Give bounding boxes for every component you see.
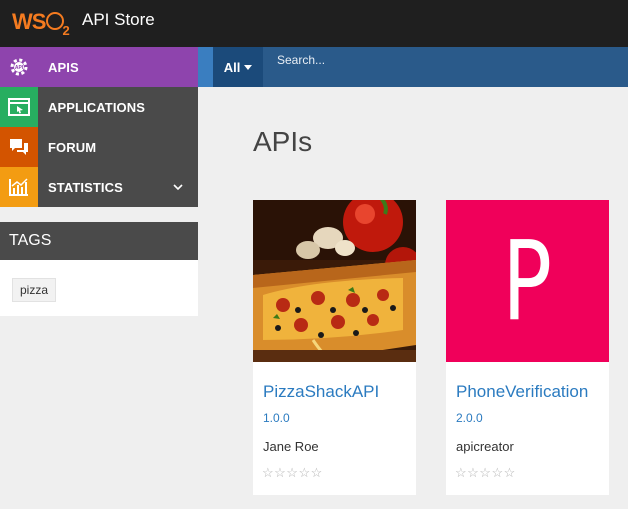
tags-heading: TAGS	[0, 222, 198, 260]
wso2-logo[interactable]: WS 2	[12, 5, 70, 38]
api-card-phoneverification[interactable]: P PhoneVerification 2.0.0 apicreator ☆☆☆…	[446, 200, 609, 495]
api-thumbnail-letter[interactable]: P	[446, 200, 609, 362]
app-title[interactable]: API Store	[82, 10, 155, 30]
application-window-icon	[0, 87, 38, 127]
sidebar-menu: API APIS APPLICATIONS FORUM STATISTICS	[0, 47, 198, 207]
api-name[interactable]: PizzaShackAPI	[263, 382, 379, 402]
svg-text:API: API	[15, 65, 24, 71]
api-provider: apicreator	[456, 439, 514, 454]
tag-pizza[interactable]: pizza	[12, 278, 57, 302]
search-bar-accent	[198, 47, 213, 87]
search-scope-dropdown[interactable]: All	[213, 47, 263, 87]
sidebar-item-applications[interactable]: APPLICATIONS	[0, 87, 198, 127]
api-name[interactable]: PhoneVerification	[456, 382, 588, 402]
chevron-down-icon[interactable]	[172, 180, 184, 198]
api-thumbnail-pizza[interactable]	[253, 200, 416, 362]
sidebar-item-forum[interactable]: FORUM	[0, 127, 198, 167]
page-title: APIs	[253, 126, 313, 157]
sidebar-item-apis[interactable]: API APIS	[0, 47, 198, 87]
sidebar-item-label: APIS	[48, 59, 79, 75]
caret-down-icon	[244, 64, 253, 70]
api-provider: Jane Roe	[263, 439, 319, 454]
api-card-pizzashack[interactable]: PizzaShackAPI 1.0.0 Jane Roe ☆☆☆☆☆	[253, 200, 416, 495]
search-bar: All	[198, 47, 628, 87]
api-version: 1.0.0	[263, 411, 290, 425]
search-scope-label: All	[223, 59, 241, 75]
top-navbar: WS 2 API Store	[0, 0, 628, 47]
sidebar-item-label: APPLICATIONS	[48, 99, 146, 115]
chat-bubbles-icon	[0, 127, 38, 167]
star-rating[interactable]: ☆☆☆☆☆	[262, 465, 323, 481]
sidebar-item-label: STATISTICS	[48, 179, 123, 195]
thumbnail-letter: P	[502, 217, 553, 345]
logo-subscript: 2	[62, 23, 70, 38]
api-version: 2.0.0	[456, 411, 483, 425]
sidebar-item-label: FORUM	[48, 139, 97, 155]
sidebar-item-statistics[interactable]: STATISTICS	[0, 167, 198, 207]
gear-api-icon: API	[0, 47, 38, 87]
tags-panel: TAGS pizza	[0, 222, 198, 316]
star-rating[interactable]: ☆☆☆☆☆	[455, 465, 516, 481]
search-input[interactable]	[265, 47, 625, 87]
bar-chart-icon	[0, 167, 38, 207]
logo-text: WS	[12, 9, 46, 34]
logo-o2-mark: 2	[45, 9, 70, 38]
